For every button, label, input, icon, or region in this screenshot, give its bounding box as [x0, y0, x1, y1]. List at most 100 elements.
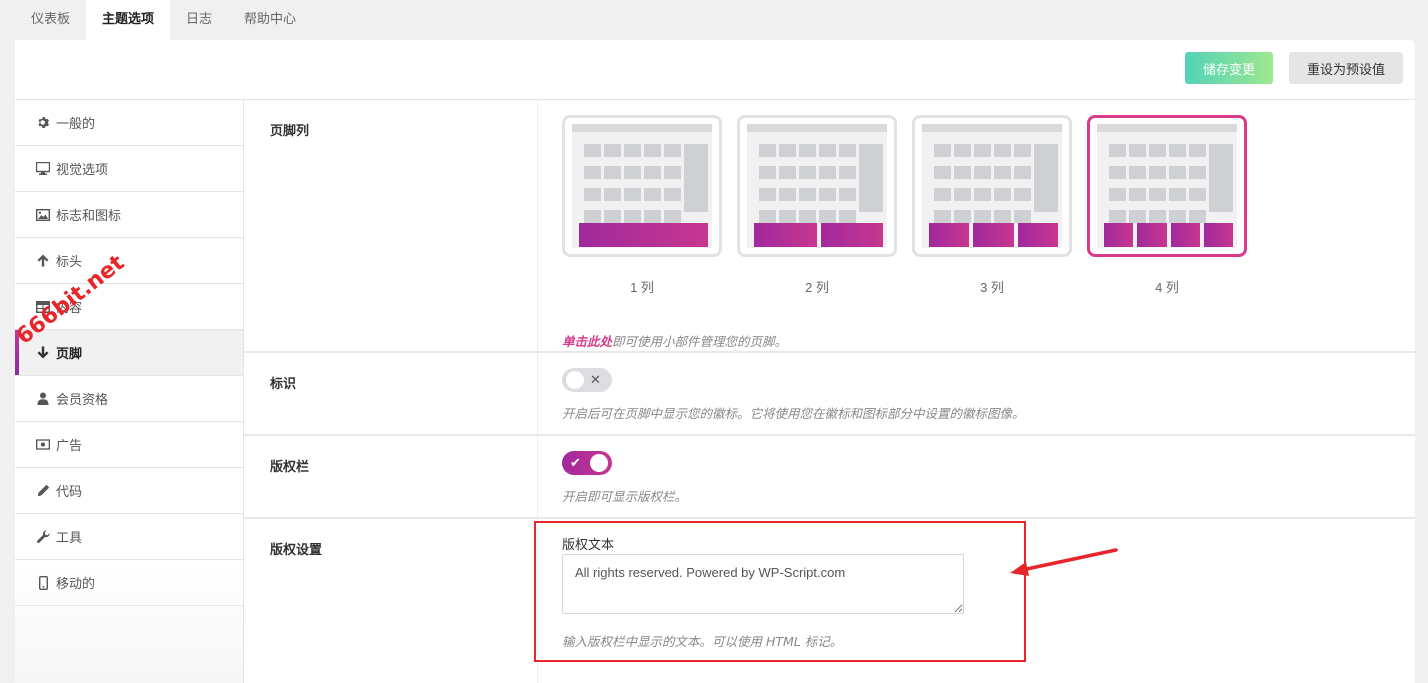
layout-header-bar — [922, 124, 1062, 132]
annotation-arrow-icon — [1010, 548, 1118, 576]
layout-content-grid — [754, 144, 864, 232]
footer-column-block — [1017, 223, 1058, 247]
sidebar-item-mobile[interactable]: 移动的 — [15, 560, 243, 606]
footer-columns-label: 页脚列 — [270, 123, 310, 138]
footer-column-block — [1104, 223, 1134, 247]
reset-defaults-button[interactable]: 重设为预设值 — [1289, 52, 1403, 84]
footer-layout-option-4[interactable]: 4 列 — [1087, 115, 1247, 296]
sidebar-item-label: 代码 — [56, 484, 83, 499]
tab-help-center[interactable]: 帮助中心 — [228, 0, 312, 40]
layout-content-grid — [929, 144, 1039, 232]
footer-layout-label: 3 列 — [980, 280, 1004, 295]
footer-layout-label: 2 列 — [805, 280, 829, 295]
layout-header-bar — [572, 124, 712, 132]
footer-column-block — [1137, 223, 1167, 247]
footer-layout-option-2[interactable]: 2 列 — [737, 115, 897, 296]
footer-logo-row: 标识 ✕ 开启后可在页脚中显示您的徽标。它将使用您在徽标和图标部分中设置的徽标图… — [244, 353, 1415, 436]
sidebar-item-label: 工具 — [56, 530, 83, 545]
copyright-bar-toggle[interactable]: ✔ — [562, 451, 612, 475]
image-icon — [36, 208, 50, 222]
sidebar: 一般的 视觉选项 标志和图标 标头 内容 页脚 会员资格 广告 代码 工具 移动… — [15, 100, 244, 683]
monitor-icon — [36, 162, 50, 176]
wrench-icon — [36, 530, 50, 544]
layout-sidebar-block — [684, 144, 708, 212]
sidebar-item-label: 广告 — [56, 438, 83, 453]
arrow-up-icon — [36, 254, 50, 268]
footer-layout-option-3[interactable]: 3 列 — [912, 115, 1072, 296]
footer-layout-preview — [562, 115, 722, 257]
layout-header-bar — [1097, 124, 1237, 132]
row-divider — [537, 353, 538, 434]
toggle-knob — [566, 371, 584, 389]
footer-column-block — [929, 223, 970, 247]
layout-content-grid — [579, 144, 689, 232]
tab-theme-options[interactable]: 主题选项 — [86, 0, 171, 40]
sidebar-item-header[interactable]: 标头 — [15, 238, 243, 284]
annotation-highlight-box — [534, 521, 1026, 662]
sidebar-item-ads[interactable]: 广告 — [15, 422, 243, 468]
footer-column-block — [579, 223, 708, 247]
layout-sidebar-block — [1034, 144, 1058, 212]
layout-sidebar-block — [859, 144, 883, 212]
footer-column-block — [754, 223, 817, 247]
layout-inner — [922, 124, 1062, 248]
copyright-settings-label: 版权设置 — [270, 542, 323, 557]
sidebar-item-footer[interactable]: 页脚 — [15, 330, 243, 376]
layout-header-bar — [747, 124, 887, 132]
tab-dashboard[interactable]: 仪表板 — [15, 0, 86, 40]
sidebar-item-label: 标志和图标 — [56, 208, 122, 223]
footer-layout-label: 1 列 — [630, 280, 654, 295]
gear-icon — [36, 116, 50, 130]
footer-layout-preview — [737, 115, 897, 257]
footer-column-block — [973, 223, 1014, 247]
widgets-link[interactable]: 单击此处 — [562, 334, 612, 349]
check-icon: ✔ — [570, 455, 581, 470]
money-icon — [36, 438, 50, 452]
footer-columns-hint: 单击此处即可使用小部件管理您的页脚。 — [562, 331, 787, 350]
sidebar-item-label: 会员资格 — [56, 392, 109, 407]
layout-sidebar-block — [1209, 144, 1233, 212]
layout-footer-blocks — [1104, 223, 1233, 247]
close-icon: ✕ — [590, 372, 601, 387]
top-tabs: 仪表板 主题选项 日志 帮助中心 — [15, 0, 312, 40]
user-icon — [36, 392, 50, 406]
footer-layout-preview — [1087, 115, 1247, 257]
sidebar-item-code[interactable]: 代码 — [15, 468, 243, 514]
footer-layout-label: 4 列 — [1155, 280, 1179, 295]
row-divider — [537, 436, 538, 517]
footer-layout-options: 1 列 2 列 3 列 4 列 — [562, 115, 1262, 296]
layout-inner — [1097, 124, 1237, 248]
tab-log[interactable]: 日志 — [170, 0, 228, 40]
sidebar-item-visual-options[interactable]: 视觉选项 — [15, 146, 243, 192]
save-changes-button[interactable]: 储存变更 — [1185, 52, 1273, 84]
layout-content-grid — [1104, 144, 1214, 232]
layout-inner — [572, 124, 712, 248]
row-divider — [537, 100, 538, 351]
copyright-bar-row: 版权栏 ✔ 开启即可显示版权栏。 — [244, 436, 1415, 519]
footer-layout-option-1[interactable]: 1 列 — [562, 115, 722, 296]
footer-logo-label: 标识 — [270, 376, 297, 391]
sidebar-item-membership[interactable]: 会员资格 — [15, 376, 243, 422]
footer-columns-hint-text: 即可使用小部件管理您的页脚。 — [612, 334, 788, 349]
toggle-knob — [590, 454, 608, 472]
sidebar-item-label: 移动的 — [56, 576, 96, 591]
sidebar-item-logo-icons[interactable]: 标志和图标 — [15, 192, 243, 238]
footer-column-block — [820, 223, 883, 247]
footer-layout-preview — [912, 115, 1072, 257]
arrow-down-icon — [36, 346, 50, 360]
sidebar-item-label: 页脚 — [56, 346, 83, 361]
footer-columns-row: 页脚列 1 列 2 列 3 列 4 列 单击此处即可使用小部件管理您的页脚。 — [244, 100, 1415, 353]
layout-footer-blocks — [579, 223, 708, 247]
pencil-icon — [36, 484, 50, 498]
sidebar-item-general[interactable]: 一般的 — [15, 100, 243, 146]
copyright-bar-hint: 开启即可显示版权栏。 — [562, 489, 688, 504]
footer-logo-toggle[interactable]: ✕ — [562, 368, 612, 392]
footer-logo-hint: 开启后可在页脚中显示您的徽标。它将使用您在徽标和图标部分中设置的徽标图像。 — [562, 406, 1025, 421]
layout-inner — [747, 124, 887, 248]
footer-column-block — [1203, 223, 1233, 247]
sidebar-item-tools[interactable]: 工具 — [15, 514, 243, 560]
footer-column-block — [1170, 223, 1200, 247]
sidebar-item-label: 一般的 — [56, 116, 96, 131]
copyright-bar-label: 版权栏 — [270, 459, 310, 474]
mobile-icon — [36, 575, 50, 590]
